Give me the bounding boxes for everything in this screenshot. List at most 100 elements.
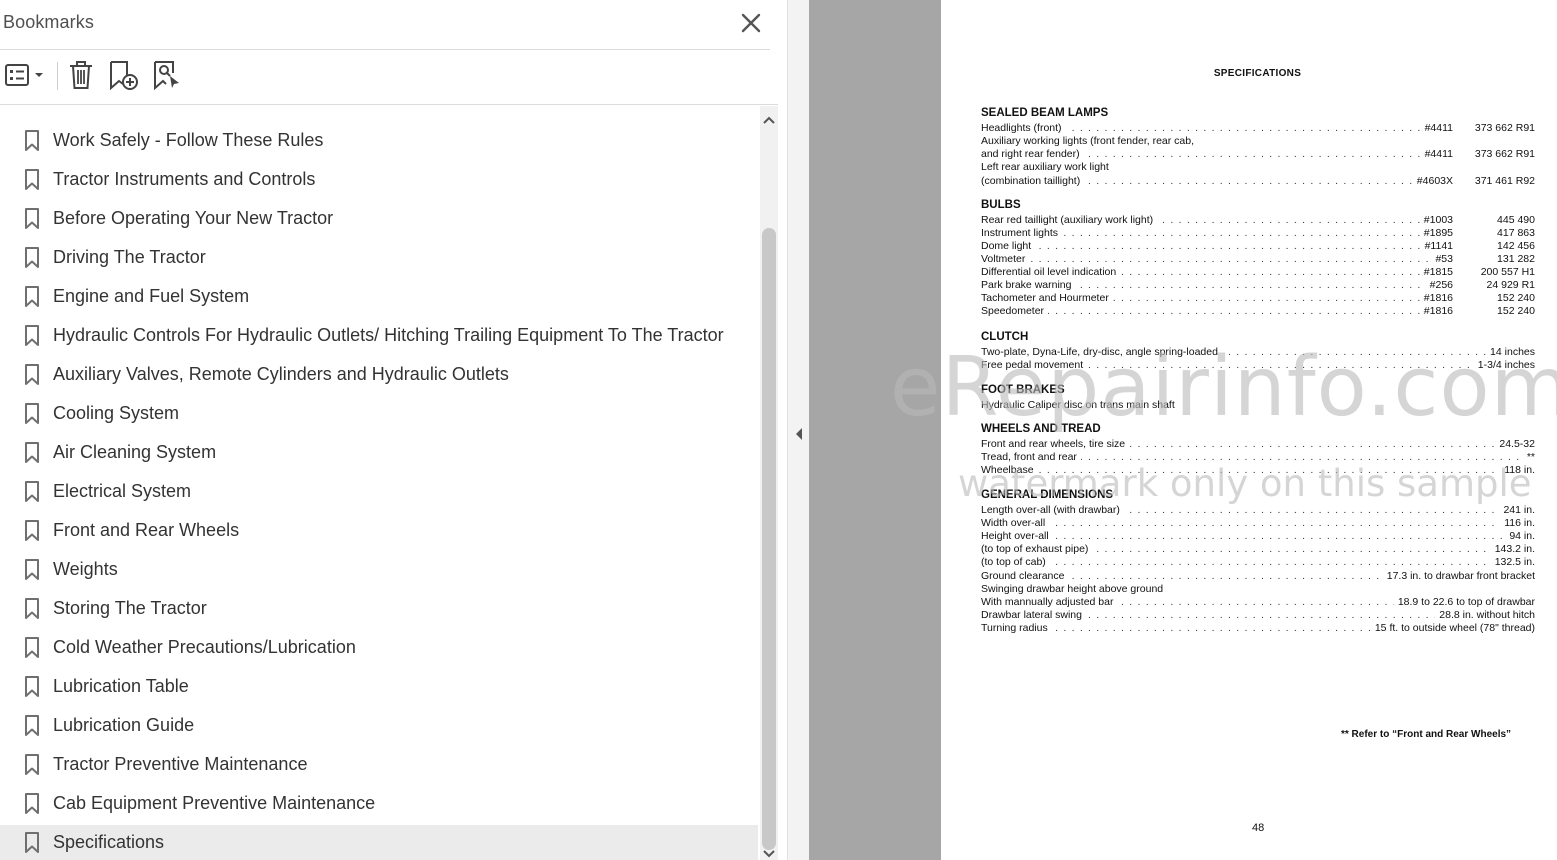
bookmark-icon	[24, 559, 40, 581]
trash-icon[interactable]	[66, 59, 96, 91]
bookmark-item[interactable]: Engine and Fuel System	[0, 279, 758, 315]
spec-label: Dome light	[981, 239, 1036, 253]
spec-row: . . . . . . . . . . . . . . . . . . . . …	[981, 121, 1535, 135]
spec-label: Auxiliary working lights (front fender, …	[981, 134, 1199, 148]
spec-label: Speedometer	[981, 305, 1049, 319]
bookmark-item[interactable]: Front and Rear Wheels	[0, 513, 758, 549]
spec-value: 152 240	[1457, 305, 1535, 319]
bookmark-label: Electrical System	[53, 481, 192, 501]
scroll-up-arrow-icon[interactable]	[760, 112, 778, 128]
spec-value: 373 662 R91	[1457, 121, 1535, 135]
bookmark-icon	[24, 130, 40, 152]
bookmarks-panel: Bookmarks Work Safely - Follow These Rul…	[0, 0, 787, 860]
spec-code: #256	[1425, 279, 1453, 292]
bookmark-icon	[24, 715, 40, 737]
bookmark-icon	[24, 403, 40, 425]
spec-row: . . . . . . . . . . . . . . . . . . . . …	[981, 305, 1535, 319]
spec-label: Wheelbase	[981, 463, 1038, 477]
spec-label: and right rear fender)	[981, 148, 1084, 161]
bookmark-item[interactable]: Auxiliary Valves, Remote Cylinders and H…	[0, 357, 758, 393]
spec-code: #1816	[1419, 305, 1453, 319]
page-title: SPECIFICATIONS	[1213, 68, 1302, 79]
spec-value: 241 in.	[1499, 503, 1535, 517]
spec-code: #1141	[1420, 239, 1453, 253]
bookmark-icon	[24, 637, 40, 659]
bookmark-item[interactable]: Specifications	[0, 825, 758, 860]
bookmark-item[interactable]: Lubrication Guide	[0, 708, 758, 744]
spec-row: . . . . . . . . . . . . . . . . . . . . …	[981, 543, 1535, 557]
bookmark-label: Tractor Preventive Maintenance	[53, 754, 308, 774]
scroll-down-arrow-icon[interactable]	[760, 846, 778, 860]
bookmark-item[interactable]: Air Cleaning System	[0, 435, 758, 471]
spec-value: 152 240	[1457, 292, 1535, 306]
spec-row: . . . . . . . . . . . . . . . . . . . . …	[981, 463, 1535, 477]
collapse-panel-icon[interactable]	[793, 426, 805, 442]
bookmark-item[interactable]: Lubrication Table	[0, 669, 758, 705]
bookmark-item[interactable]: Before Operating Your New Tractor	[0, 201, 758, 237]
list-options-icon[interactable]	[4, 59, 46, 91]
bookmark-label: Air Cleaning System	[53, 442, 217, 462]
spec-value: 24 929 R1	[1457, 279, 1535, 292]
spec-row: . . . . . . . . . . . . . . . . . . . . …	[981, 609, 1535, 623]
add-bookmark-icon[interactable]	[107, 59, 139, 91]
spec-label: Length over-all (with drawbar)	[981, 503, 1124, 517]
spec-label: Height over-all	[981, 529, 1053, 543]
spec-value: 1-3/4 inches	[1473, 358, 1535, 372]
bookmark-item[interactable]: Work Safely - Follow These Rules	[0, 123, 758, 159]
spec-value: 373 662 R91	[1457, 148, 1535, 161]
partial-bookmark-icon	[23, 106, 41, 112]
spec-code: #1895	[1419, 226, 1453, 240]
spec-value: 417 863	[1457, 226, 1535, 240]
close-icon[interactable]	[738, 10, 764, 36]
bookmark-icon	[24, 286, 40, 308]
bookmark-item[interactable]: Driving The Tractor	[0, 240, 758, 276]
bookmark-item[interactable]: Weights	[0, 552, 758, 588]
section-heading: SEALED BEAM LAMPS	[981, 107, 1109, 119]
spec-label: Width over-all	[981, 516, 1050, 530]
bookmark-item[interactable]: Electrical System	[0, 474, 758, 510]
bookmark-item[interactable]: Storing The Tractor	[0, 591, 758, 627]
bookmark-icon	[24, 832, 40, 854]
spec-label: Ground clearance	[981, 569, 1069, 583]
bookmark-item[interactable]: Tractor Preventive Maintenance	[0, 747, 758, 783]
spec-row: Auxiliary working lights (front fender, …	[981, 134, 1535, 148]
bookmarks-header: Bookmarks	[0, 0, 770, 50]
spec-value: 118 in.	[1500, 463, 1535, 477]
spec-row: . . . . . . . . . . . . . . . . . . . . …	[981, 516, 1535, 530]
dot-leader: . . . . . . . . . . . . . . . . . . . . …	[981, 516, 1535, 529]
spec-label: (combination taillight)	[981, 174, 1085, 188]
spec-value: 116 in.	[1500, 516, 1535, 530]
bookmark-icon	[24, 364, 40, 386]
spec-row: . . . . . . . . . . . . . . . . . . . . …	[981, 279, 1535, 292]
scroll-thumb[interactable]	[762, 228, 776, 850]
spec-label: (to top of cab)	[981, 556, 1050, 570]
bookmark-label: Cab Equipment Preventive Maintenance	[53, 793, 376, 813]
bookmark-label: Specifications	[53, 832, 165, 852]
bookmark-label: Engine and Fuel System	[53, 286, 250, 306]
spec-value: 445 490	[1457, 213, 1535, 227]
spec-row: . . . . . . . . . . . . . . . . . . . . …	[981, 569, 1535, 583]
section-heading: CLUTCH	[981, 331, 1029, 343]
bookmark-label: Storing The Tractor	[53, 598, 207, 618]
spec-label: Park brake warning	[981, 279, 1076, 292]
dot-leader: . . . . . . . . . . . . . . . . . . . . …	[981, 463, 1535, 476]
bookmarks-scrollbar[interactable]	[760, 106, 778, 860]
spec-label: Drawbar lateral swing	[981, 609, 1086, 623]
find-bookmark-icon[interactable]	[151, 59, 183, 91]
spec-row: . . . . . . . . . . . . . . . . . . . . …	[981, 556, 1535, 570]
bookmark-item[interactable]: Hydraulic Controls For Hydraulic Outlets…	[0, 318, 758, 354]
document-background	[809, 0, 941, 860]
spec-label: Rear red taillight (auxiliary work light…	[981, 213, 1158, 227]
bookmark-item[interactable]: Cold Weather Precautions/Lubrication	[0, 630, 758, 666]
panel-title: Bookmarks	[3, 12, 94, 32]
spec-value: 371 461 R92	[1457, 174, 1535, 188]
bookmark-item[interactable]: Cooling System	[0, 396, 758, 432]
bookmark-item[interactable]: Cab Equipment Preventive Maintenance	[0, 786, 758, 822]
panel-splitter[interactable]	[787, 0, 809, 860]
spec-row: . . . . . . . . . . . . . . . . . . . . …	[981, 226, 1535, 240]
bookmark-item[interactable]: Tractor Instruments and Controls	[0, 162, 758, 198]
bookmark-icon	[24, 598, 40, 620]
spec-row: . . . . . . . . . . . . . . . . . . . . …	[981, 265, 1535, 279]
spec-row: Swinging drawbar height above ground	[981, 582, 1535, 596]
spec-code: #1003	[1419, 213, 1453, 227]
